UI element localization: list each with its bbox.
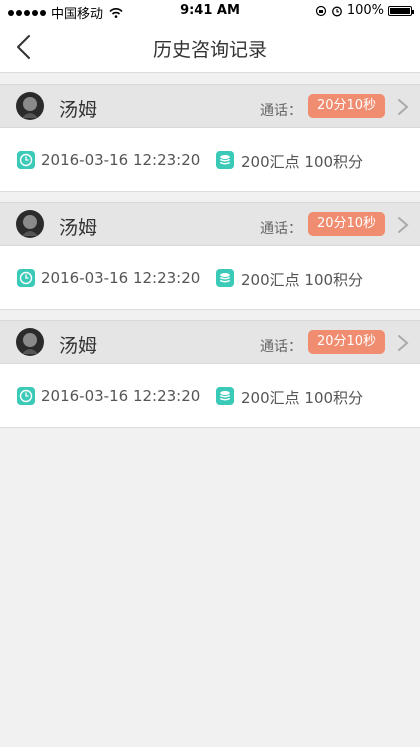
record-header[interactable]: 汤姆 通话： 20分10秒 [0, 202, 420, 246]
status-right: 100% [315, 3, 414, 18]
clock-icon [17, 151, 35, 169]
avatar [16, 210, 44, 238]
rotation-lock-icon [315, 5, 326, 16]
chevron-right-icon[interactable] [397, 98, 409, 116]
alarm-icon [331, 6, 342, 16]
chevron-right-icon[interactable] [397, 216, 409, 234]
clock-icon [17, 387, 35, 405]
coins-icon [216, 269, 234, 287]
record-header[interactable]: 汤姆 通话： 20分10秒 [0, 84, 420, 128]
record-body: 2016-03-16 12:23:20 200汇点 100积分 [0, 364, 420, 428]
nav-bar: 历史咨询记录 [0, 22, 420, 73]
coins-icon [216, 387, 234, 405]
record-points: 200汇点 100积分 [241, 389, 364, 407]
avatar [16, 328, 44, 356]
battery-icon [388, 5, 414, 16]
avatar [16, 92, 44, 120]
call-label: 通话： [260, 339, 302, 355]
record-body: 2016-03-16 12:23:20 200汇点 100积分 [0, 246, 420, 310]
record-item[interactable]: 汤姆 通话： 20分10秒 2016-03-16 12:23:20 200汇点 … [0, 202, 420, 310]
record-item[interactable]: 汤姆 通话： 20分10秒 2016-03-16 12:23:20 200汇点 … [0, 320, 420, 428]
record-body: 2016-03-16 12:23:20 200汇点 100积分 [0, 128, 420, 192]
record-points: 200汇点 100积分 [241, 271, 364, 289]
record-item[interactable]: 汤姆 通话： 20分10秒 2016-03-16 12:23:20 200汇点 … [0, 84, 420, 192]
duration-badge: 20分10秒 [308, 212, 385, 236]
page-title: 历史咨询记录 [152, 39, 267, 61]
duration-badge: 20分10秒 [308, 94, 385, 118]
battery-percent: 100% [346, 3, 384, 18]
record-header[interactable]: 汤姆 通话： 20分10秒 [0, 320, 420, 364]
chevron-right-icon[interactable] [397, 334, 409, 352]
clock-icon [17, 269, 35, 287]
call-label: 通话： [260, 221, 302, 237]
record-points: 200汇点 100积分 [241, 153, 364, 171]
call-label: 通话： [260, 103, 302, 119]
status-bar: 中国移动 9:41 AM 100% [0, 0, 420, 22]
record-datetime: 2016-03-16 12:23:20 [41, 387, 201, 405]
user-name: 汤姆 [59, 217, 98, 239]
user-name: 汤姆 [59, 335, 98, 357]
duration-badge: 20分10秒 [308, 330, 385, 354]
record-datetime: 2016-03-16 12:23:20 [41, 151, 201, 169]
user-name: 汤姆 [59, 99, 98, 121]
coins-icon [216, 151, 234, 169]
record-datetime: 2016-03-16 12:23:20 [41, 269, 201, 287]
